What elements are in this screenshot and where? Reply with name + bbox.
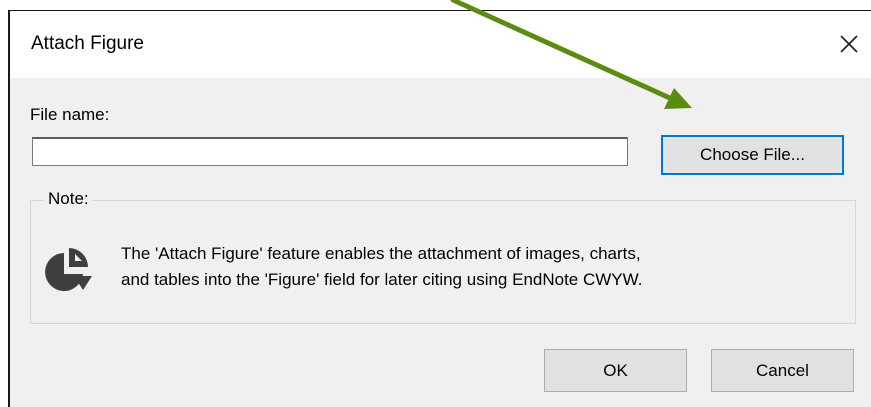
choose-file-button[interactable]: Choose File... xyxy=(661,135,844,175)
note-label: Note: xyxy=(44,189,93,209)
title-bar: Attach Figure xyxy=(10,11,871,78)
close-button[interactable] xyxy=(832,27,866,61)
ok-button[interactable]: OK xyxy=(544,349,687,392)
file-name-input[interactable] xyxy=(32,137,628,166)
file-name-label: File name: xyxy=(30,105,110,124)
note-text-line-2: and tables into the 'Figure' field for l… xyxy=(121,270,643,289)
attach-figure-dialog: Attach Figure File name: Choose File... … xyxy=(8,10,871,407)
screenshot-stage: Attach Figure File name: Choose File... … xyxy=(0,0,871,407)
dialog-title: Attach Figure xyxy=(31,33,144,54)
note-groupbox: Note: The 'Attach Figure' feature enable… xyxy=(30,189,856,324)
note-text-line-1: The 'Attach Figure' feature enables the … xyxy=(121,244,641,263)
cancel-button[interactable]: Cancel xyxy=(711,349,854,392)
close-icon xyxy=(840,35,858,53)
pie-chart-icon xyxy=(42,244,92,294)
